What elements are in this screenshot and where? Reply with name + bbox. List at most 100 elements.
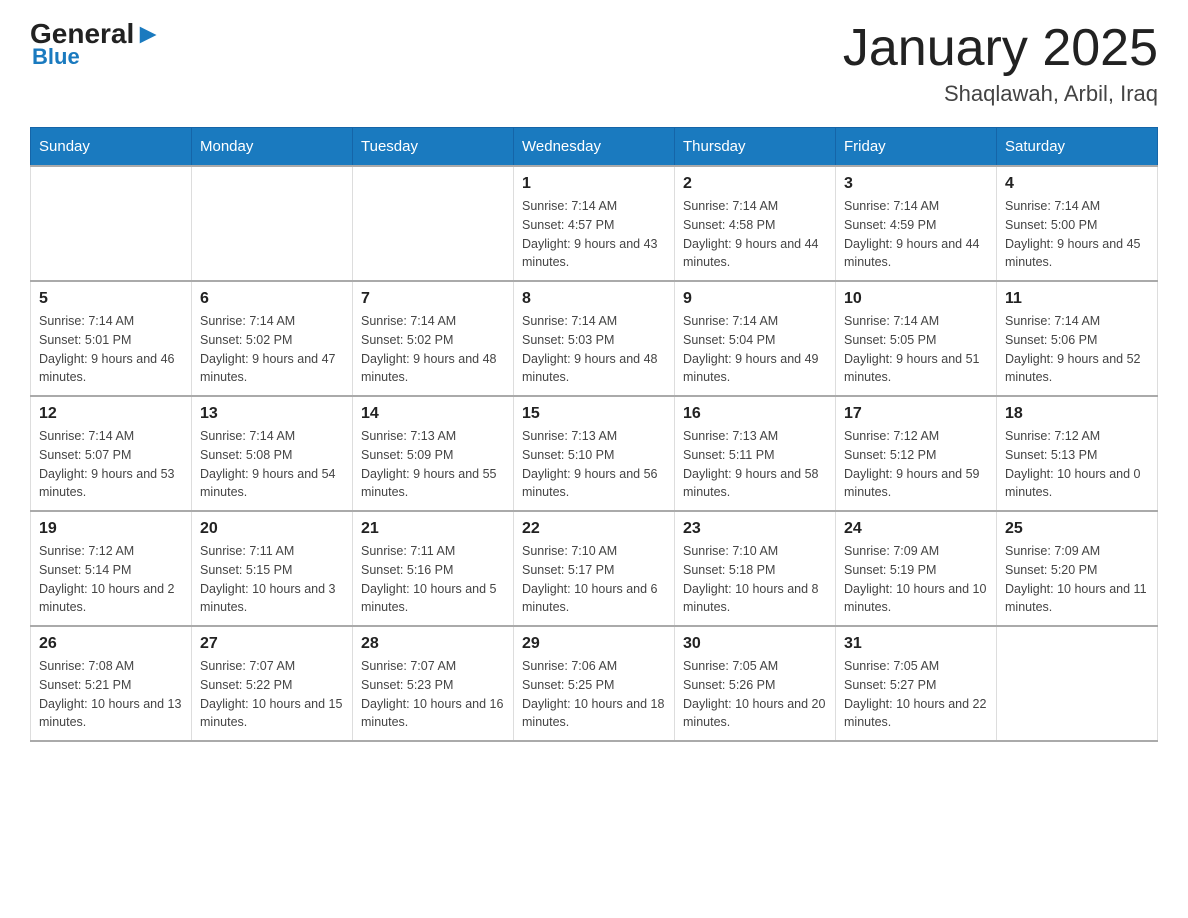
- calendar-cell: 13 Sunrise: 7:14 AMSunset: 5:08 PMDayligh…: [192, 396, 353, 511]
- calendar-week-row: 26 Sunrise: 7:08 AMSunset: 5:21 PMDayligh…: [31, 626, 1158, 741]
- day-number: 10: [844, 290, 988, 308]
- day-info: Sunrise: 7:05 AMSunset: 5:27 PMDaylight:…: [844, 657, 988, 732]
- day-of-week-header: Thursday: [675, 128, 836, 167]
- day-info: Sunrise: 7:10 AMSunset: 5:18 PMDaylight:…: [683, 542, 827, 617]
- day-number: 17: [844, 405, 988, 423]
- day-number: 12: [39, 405, 183, 423]
- day-number: 21: [361, 520, 505, 538]
- calendar-cell: 2 Sunrise: 7:14 AMSunset: 4:58 PMDaylight…: [675, 166, 836, 281]
- day-info: Sunrise: 7:13 AMSunset: 5:10 PMDaylight:…: [522, 427, 666, 502]
- day-of-week-header: Monday: [192, 128, 353, 167]
- calendar-cell: 3 Sunrise: 7:14 AMSunset: 4:59 PMDaylight…: [836, 166, 997, 281]
- calendar-cell: [31, 166, 192, 281]
- day-info: Sunrise: 7:11 AMSunset: 5:16 PMDaylight:…: [361, 542, 505, 617]
- calendar-cell: 23 Sunrise: 7:10 AMSunset: 5:18 PMDayligh…: [675, 511, 836, 626]
- day-number: 4: [1005, 175, 1149, 193]
- calendar-cell: 19 Sunrise: 7:12 AMSunset: 5:14 PMDayligh…: [31, 511, 192, 626]
- calendar-cell: 24 Sunrise: 7:09 AMSunset: 5:19 PMDayligh…: [836, 511, 997, 626]
- day-number: 7: [361, 290, 505, 308]
- day-number: 14: [361, 405, 505, 423]
- day-info: Sunrise: 7:14 AMSunset: 4:59 PMDaylight:…: [844, 197, 988, 272]
- logo-blue-part: ►: [134, 20, 162, 48]
- day-info: Sunrise: 7:09 AMSunset: 5:20 PMDaylight:…: [1005, 542, 1149, 617]
- day-info: Sunrise: 7:14 AMSunset: 4:57 PMDaylight:…: [522, 197, 666, 272]
- calendar-cell: 7Sunrise: 7:14 AMSunset: 5:02 PMDaylight…: [353, 281, 514, 396]
- calendar-cell: 10 Sunrise: 7:14 AMSunset: 5:05 PMDayligh…: [836, 281, 997, 396]
- day-info: Sunrise: 7:12 AMSunset: 5:13 PMDaylight:…: [1005, 427, 1149, 502]
- logo: General ► Blue: [30, 20, 162, 70]
- calendar-cell: 5Sunrise: 7:14 AMSunset: 5:01 PMDaylight…: [31, 281, 192, 396]
- day-number: 24: [844, 520, 988, 538]
- day-number: 1: [522, 175, 666, 193]
- day-number: 22: [522, 520, 666, 538]
- day-info: Sunrise: 7:14 AMSunset: 5:08 PMDaylight:…: [200, 427, 344, 502]
- day-info: Sunrise: 7:14 AMSunset: 5:02 PMDaylight:…: [200, 312, 344, 387]
- day-of-week-header: Sunday: [31, 128, 192, 167]
- day-info: Sunrise: 7:14 AMSunset: 4:58 PMDaylight:…: [683, 197, 827, 272]
- day-info: Sunrise: 7:10 AMSunset: 5:17 PMDaylight:…: [522, 542, 666, 617]
- calendar-cell: 9Sunrise: 7:14 AMSunset: 5:04 PMDaylight…: [675, 281, 836, 396]
- calendar-cell: 22 Sunrise: 7:10 AMSunset: 5:17 PMDayligh…: [514, 511, 675, 626]
- day-of-week-header: Saturday: [997, 128, 1158, 167]
- day-of-week-header: Friday: [836, 128, 997, 167]
- day-info: Sunrise: 7:07 AMSunset: 5:23 PMDaylight:…: [361, 657, 505, 732]
- day-of-week-header: Tuesday: [353, 128, 514, 167]
- day-number: 25: [1005, 520, 1149, 538]
- day-info: Sunrise: 7:14 AMSunset: 5:06 PMDaylight:…: [1005, 312, 1149, 387]
- calendar-cell: 18 Sunrise: 7:12 AMSunset: 5:13 PMDayligh…: [997, 396, 1158, 511]
- calendar-week-row: 19 Sunrise: 7:12 AMSunset: 5:14 PMDayligh…: [31, 511, 1158, 626]
- day-info: Sunrise: 7:07 AMSunset: 5:22 PMDaylight:…: [200, 657, 344, 732]
- calendar-cell: 17 Sunrise: 7:12 AMSunset: 5:12 PMDayligh…: [836, 396, 997, 511]
- calendar-cell: 1 Sunrise: 7:14 AMSunset: 4:57 PMDaylight…: [514, 166, 675, 281]
- day-number: 28: [361, 635, 505, 653]
- day-number: 20: [200, 520, 344, 538]
- calendar-cell: 6Sunrise: 7:14 AMSunset: 5:02 PMDaylight…: [192, 281, 353, 396]
- day-number: 3: [844, 175, 988, 193]
- logo-subtitle: Blue: [32, 44, 80, 70]
- day-number: 19: [39, 520, 183, 538]
- day-info: Sunrise: 7:14 AMSunset: 5:04 PMDaylight:…: [683, 312, 827, 387]
- day-number: 11: [1005, 290, 1149, 308]
- calendar-cell: 28 Sunrise: 7:07 AMSunset: 5:23 PMDayligh…: [353, 626, 514, 741]
- day-number: 5: [39, 290, 183, 308]
- day-info: Sunrise: 7:13 AMSunset: 5:09 PMDaylight:…: [361, 427, 505, 502]
- day-info: Sunrise: 7:12 AMSunset: 5:12 PMDaylight:…: [844, 427, 988, 502]
- day-number: 13: [200, 405, 344, 423]
- day-info: Sunrise: 7:08 AMSunset: 5:21 PMDaylight:…: [39, 657, 183, 732]
- day-number: 29: [522, 635, 666, 653]
- calendar-cell: 25 Sunrise: 7:09 AMSunset: 5:20 PMDayligh…: [997, 511, 1158, 626]
- calendar-week-row: 1 Sunrise: 7:14 AMSunset: 4:57 PMDaylight…: [31, 166, 1158, 281]
- day-number: 23: [683, 520, 827, 538]
- calendar-cell: [997, 626, 1158, 741]
- day-number: 30: [683, 635, 827, 653]
- day-info: Sunrise: 7:12 AMSunset: 5:14 PMDaylight:…: [39, 542, 183, 617]
- calendar-cell: [192, 166, 353, 281]
- calendar-week-row: 12Sunrise: 7:14 AMSunset: 5:07 PMDayligh…: [31, 396, 1158, 511]
- day-info: Sunrise: 7:06 AMSunset: 5:25 PMDaylight:…: [522, 657, 666, 732]
- calendar-cell: 30 Sunrise: 7:05 AMSunset: 5:26 PMDayligh…: [675, 626, 836, 741]
- calendar-cell: [353, 166, 514, 281]
- calendar-header-row: SundayMondayTuesdayWednesdayThursdayFrid…: [31, 128, 1158, 167]
- day-info: Sunrise: 7:09 AMSunset: 5:19 PMDaylight:…: [844, 542, 988, 617]
- day-number: 18: [1005, 405, 1149, 423]
- calendar-cell: 12Sunrise: 7:14 AMSunset: 5:07 PMDayligh…: [31, 396, 192, 511]
- day-info: Sunrise: 7:11 AMSunset: 5:15 PMDaylight:…: [200, 542, 344, 617]
- day-info: Sunrise: 7:14 AMSunset: 5:03 PMDaylight:…: [522, 312, 666, 387]
- day-info: Sunrise: 7:14 AMSunset: 5:00 PMDaylight:…: [1005, 197, 1149, 272]
- day-number: 31: [844, 635, 988, 653]
- calendar-week-row: 5Sunrise: 7:14 AMSunset: 5:01 PMDaylight…: [31, 281, 1158, 396]
- day-number: 26: [39, 635, 183, 653]
- calendar-cell: 11 Sunrise: 7:14 AMSunset: 5:06 PMDayligh…: [997, 281, 1158, 396]
- day-number: 8: [522, 290, 666, 308]
- calendar-cell: 27Sunrise: 7:07 AMSunset: 5:22 PMDayligh…: [192, 626, 353, 741]
- calendar-cell: 26 Sunrise: 7:08 AMSunset: 5:21 PMDayligh…: [31, 626, 192, 741]
- day-info: Sunrise: 7:14 AMSunset: 5:05 PMDaylight:…: [844, 312, 988, 387]
- main-title: January 2025: [843, 20, 1158, 77]
- day-number: 2: [683, 175, 827, 193]
- calendar-cell: 21 Sunrise: 7:11 AMSunset: 5:16 PMDayligh…: [353, 511, 514, 626]
- day-info: Sunrise: 7:05 AMSunset: 5:26 PMDaylight:…: [683, 657, 827, 732]
- calendar-cell: 31 Sunrise: 7:05 AMSunset: 5:27 PMDayligh…: [836, 626, 997, 741]
- calendar-cell: 8 Sunrise: 7:14 AMSunset: 5:03 PMDaylight…: [514, 281, 675, 396]
- day-number: 15: [522, 405, 666, 423]
- title-section: January 2025 Shaqlawah, Arbil, Iraq: [843, 20, 1158, 107]
